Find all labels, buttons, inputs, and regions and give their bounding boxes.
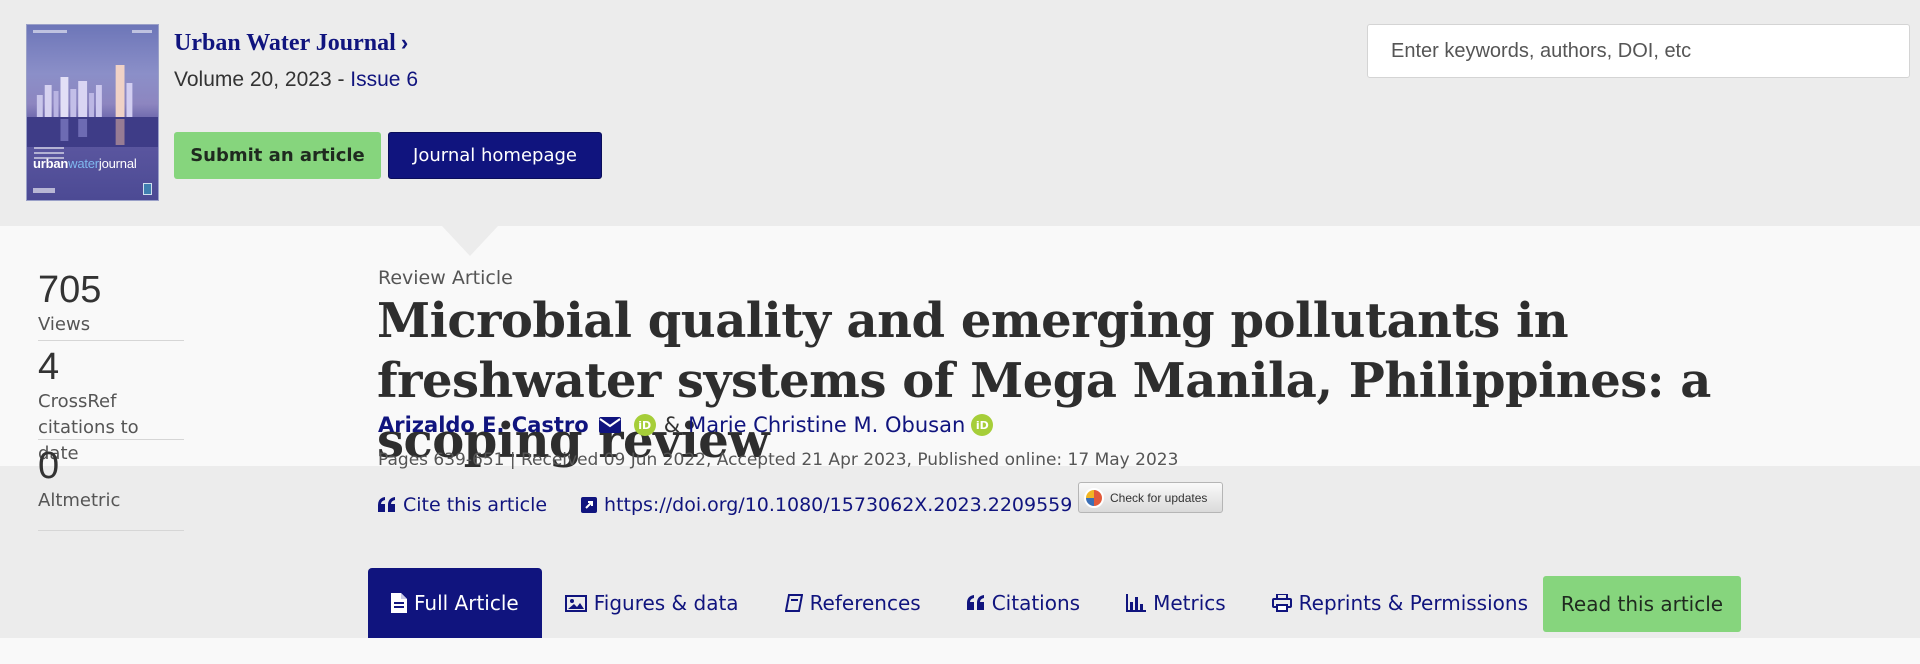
cover-masthead-left	[33, 30, 67, 33]
author-link[interactable]: Marie Christine M. Obusan	[688, 413, 965, 437]
article-type: Review Article	[378, 267, 513, 289]
panel-pointer-arrow	[442, 226, 498, 256]
issue-link[interactable]: Issue 6	[350, 68, 418, 91]
metric-altmetric-label: Altmetric	[38, 490, 121, 511]
cover-skyline-illustration	[27, 65, 158, 147]
author-link[interactable]: Arizaldo E. Castro	[378, 413, 589, 437]
cover-publisher-logo	[33, 188, 55, 193]
article-title: Microbial quality and emerging pollutant…	[377, 293, 1711, 469]
crossmark-icon	[1084, 487, 1104, 508]
read-article-button[interactable]: Read this article	[1543, 576, 1741, 632]
tab-references[interactable]: References	[762, 568, 944, 638]
author-list: Arizaldo E. Castro iD & Marie Christine …	[378, 413, 994, 437]
check-for-updates-button[interactable]: Check for updates	[1078, 482, 1223, 513]
tab-label: Figures & data	[593, 591, 739, 615]
author-separator: &	[663, 413, 681, 437]
check-for-updates-label: Check for updates	[1110, 490, 1208, 505]
metric-crossref-value: 4	[38, 346, 60, 388]
metric-crossref-label-1: CrossRef	[38, 391, 117, 412]
journal-title-link[interactable]: Urban Water Journal ›	[174, 30, 408, 57]
tab-full-article[interactable]: Full Article	[368, 568, 542, 649]
tab-figures-data[interactable]: Figures & data	[542, 568, 762, 638]
tab-metrics[interactable]: Metrics	[1103, 568, 1249, 638]
doi-text: https://doi.org/10.1080/1573062X.2023.22…	[604, 494, 1073, 516]
doi-link[interactable]: https://doi.org/10.1080/1573062X.2023.22…	[581, 494, 1072, 516]
external-link-icon	[581, 497, 598, 513]
metric-views-value: 705	[38, 269, 102, 311]
book-icon	[784, 594, 803, 612]
tab-reprints-permissions[interactable]: Reprints & Permissions	[1249, 568, 1551, 638]
volume-issue-line: Volume 20, 2023 - Issue 6	[174, 68, 418, 92]
metric-crossref[interactable]: 4 CrossRef citations to date	[38, 341, 184, 464]
cite-article-label: Cite this article	[403, 494, 548, 516]
cover-badge	[143, 183, 152, 195]
content-area-top	[0, 638, 1920, 664]
envelope-icon[interactable]	[598, 417, 621, 433]
image-icon	[564, 594, 587, 612]
tab-label: Metrics	[1153, 591, 1226, 615]
document-icon	[391, 593, 407, 613]
tab-label: Full Article	[414, 591, 519, 615]
cover-title: urbanwaterjournal	[33, 156, 137, 171]
quote-icon	[378, 497, 395, 512]
printer-icon	[1271, 594, 1292, 612]
publication-dates: Pages 639-651 | Received 09 Jun 2022, Ac…	[378, 450, 1179, 470]
quote-icon	[966, 595, 984, 610]
volume-text: Volume 20, 2023 -	[174, 68, 351, 91]
orcid-icon[interactable]: iD	[633, 414, 656, 436]
journal-cover-image[interactable]: urbanwaterjournal	[26, 24, 159, 201]
tab-citations[interactable]: Citations	[944, 568, 1103, 638]
cite-article-link[interactable]: Cite this article	[378, 494, 547, 516]
tab-label: Reprints & Permissions	[1298, 591, 1528, 615]
orcid-icon[interactable]: iD	[971, 414, 994, 436]
tab-label: References	[809, 591, 921, 615]
article-tabs: Full Article Figures & data References C…	[368, 568, 1551, 649]
search-input[interactable]	[1367, 24, 1910, 78]
submit-article-button[interactable]: Submit an article	[174, 132, 381, 179]
journal-title-text: Urban Water Journal	[174, 30, 396, 56]
cover-masthead-right	[132, 30, 152, 33]
journal-homepage-button[interactable]: Journal homepage	[388, 132, 602, 179]
tab-label: Citations	[991, 591, 1081, 615]
bar-chart-icon	[1126, 594, 1147, 612]
metric-views-label: Views	[38, 314, 91, 335]
article-metrics: 705 Views 4 CrossRef citations to date 0…	[38, 268, 184, 531]
chevron-right-icon: ›	[400, 30, 409, 55]
metric-views: 705 Views	[38, 268, 184, 341]
article-actions: Cite this article https://doi.org/10.108…	[378, 494, 1072, 516]
